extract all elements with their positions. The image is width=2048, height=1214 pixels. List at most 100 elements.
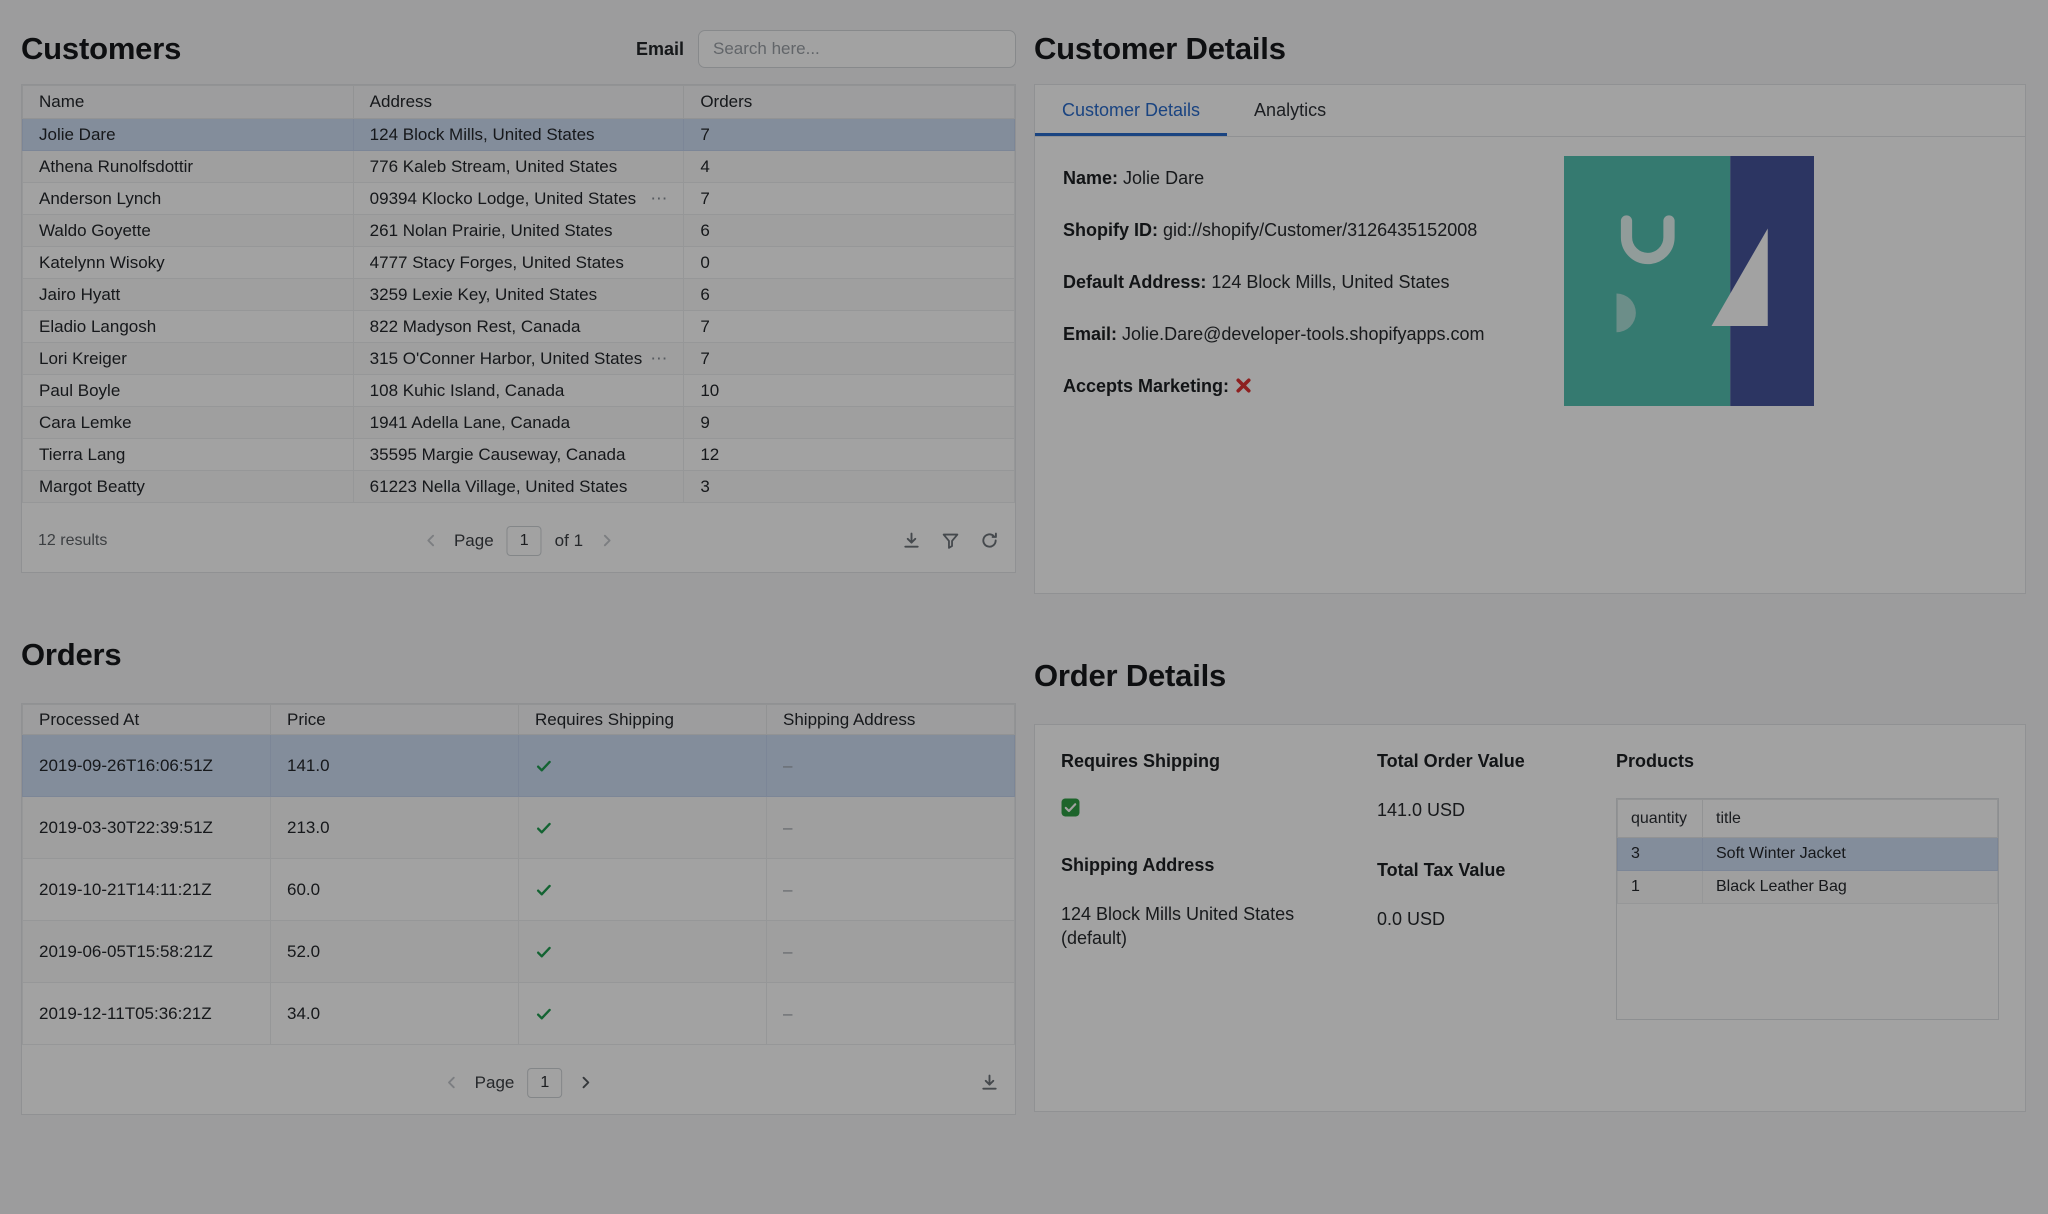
customer-name: Jairo Hyatt [23, 279, 354, 311]
truncation-ellipsis: ⋯ [642, 189, 667, 209]
customers-column-name[interactable]: Name [23, 86, 354, 119]
customer-details-title: Customer Details [1034, 31, 1286, 67]
customer-row[interactable]: Cara Lemke1941 Adella Lane, Canada9 [23, 407, 1015, 439]
filter-icon [941, 532, 960, 547]
customer-details-section: Customer Details Customer DetailsAnalyti… [1034, 14, 2026, 594]
product-title: Soft Winter Jacket [1703, 838, 1998, 871]
customer-details-fields: Name: Jolie DareShopify ID: gid://shopif… [1035, 137, 2025, 457]
orders-column-price[interactable]: Price [271, 705, 519, 735]
chevron-right-icon [577, 1074, 594, 1089]
page-number-input[interactable] [507, 526, 542, 556]
green-checkmark-icon [535, 942, 553, 961]
products-table: quantitytitle 3Soft Winter Jacket1Black … [1617, 799, 1998, 904]
customers-pager: Page of 1 [420, 526, 617, 556]
customer-row[interactable]: Margot Beatty61223 Nella Village, United… [23, 471, 1015, 503]
next-page-button[interactable] [575, 1072, 596, 1093]
customer-name: Cara Lemke [23, 407, 354, 439]
field-value: gid://shopify/Customer/3126435152008 [1163, 220, 1477, 240]
order-row[interactable]: 2019-06-05T15:58:21Z52.0– [23, 921, 1015, 983]
download-button[interactable] [980, 1073, 999, 1092]
total-order-value: 141.0 USD [1377, 798, 1616, 822]
customers-table: NameAddressOrders Jolie Dare124 Block Mi… [22, 85, 1015, 503]
products-block: Products quantitytitle 3Soft Winter Jack… [1616, 751, 1999, 1020]
customer-search: Email [636, 30, 1016, 68]
order-row[interactable]: 2019-10-21T14:11:21Z60.0– [23, 859, 1015, 921]
page-label: Page [454, 531, 494, 551]
detail-field-default-address: Default Address: 124 Block Mills, United… [1063, 271, 1997, 294]
download-icon [902, 532, 921, 547]
customer-address: 776 Kaleb Stream, United States [353, 151, 684, 183]
customers-column-address[interactable]: Address [353, 86, 684, 119]
customer-row[interactable]: Waldo Goyette261 Nolan Prairie, United S… [23, 215, 1015, 247]
screen: Customers Email NameAddressOrders Jolie … [0, 0, 2048, 1214]
customers-column-orders[interactable]: Orders [684, 86, 1015, 119]
detail-field-name: Name: Jolie Dare [1063, 167, 1997, 190]
customer-address: 1941 Adella Lane, Canada [353, 407, 684, 439]
next-page-button[interactable] [596, 530, 617, 551]
refresh-button[interactable] [980, 531, 999, 550]
prev-page-button[interactable] [441, 1072, 462, 1093]
orders-column-requires-shipping[interactable]: Requires Shipping [519, 705, 767, 735]
orders-column-shipping-address[interactable]: Shipping Address [767, 705, 1015, 735]
customer-orders-count: 12 [684, 439, 1015, 471]
customer-row[interactable]: Katelynn Wisoky4777 Stacy Forges, United… [23, 247, 1015, 279]
results-count: 12 results [38, 532, 107, 550]
email-search-label: Email [636, 39, 684, 60]
customer-address: 35595 Margie Causeway, Canada [353, 439, 684, 471]
order-requires-shipping [519, 735, 767, 797]
products-table-container: quantitytitle 3Soft Winter Jacket1Black … [1616, 798, 1999, 1020]
order-price: 60.0 [271, 859, 519, 921]
chevron-left-icon [443, 1074, 460, 1089]
products-column-quantity: quantity [1618, 800, 1703, 838]
order-processed-at: 2019-09-26T16:06:51Z [23, 735, 271, 797]
customer-row[interactable]: Paul Boyle108 Kuhic Island, Canada10 [23, 375, 1015, 407]
page-of-label: of 1 [555, 531, 583, 551]
order-shipping-address: – [767, 859, 1015, 921]
customer-row[interactable]: Eladio Langosh822 Madyson Rest, Canada7 [23, 311, 1015, 343]
order-row[interactable]: 2019-12-11T05:36:21Z34.0– [23, 983, 1015, 1045]
customer-address: 108 Kuhic Island, Canada [353, 375, 684, 407]
product-row[interactable]: 3Soft Winter Jacket [1618, 838, 1998, 871]
filter-button[interactable] [941, 531, 960, 550]
customer-address: 09394 Klocko Lodge, United States⋯ [353, 183, 684, 215]
orders-column-processed-at[interactable]: Processed At [23, 705, 271, 735]
customers-title: Customers [21, 31, 181, 67]
prev-page-button[interactable] [420, 530, 441, 551]
orders-toolbar [980, 1073, 999, 1092]
field-label: Name: [1063, 168, 1118, 188]
customer-address: 61223 Nella Village, United States [353, 471, 684, 503]
customer-orders-count: 0 [684, 247, 1015, 279]
order-row[interactable]: 2019-09-26T16:06:51Z141.0– [23, 735, 1015, 797]
customer-row[interactable]: Jairo Hyatt3259 Lexie Key, United States… [23, 279, 1015, 311]
page-number-input[interactable] [527, 1068, 562, 1098]
total-tax-value-label: Total Tax Value [1377, 860, 1616, 881]
product-row[interactable]: 1Black Leather Bag [1618, 871, 1998, 904]
customer-row[interactable]: Lori Kreiger315 O'Conner Harbor, United … [23, 343, 1015, 375]
customer-row[interactable]: Tierra Lang35595 Margie Causeway, Canada… [23, 439, 1015, 471]
email-search-input[interactable] [698, 30, 1016, 68]
customer-orders-count: 9 [684, 407, 1015, 439]
customer-name: Anderson Lynch [23, 183, 354, 215]
order-processed-at: 2019-06-05T15:58:21Z [23, 921, 271, 983]
customer-orders-count: 6 [684, 215, 1015, 247]
field-value: 124 Block Mills, United States [1211, 272, 1449, 292]
orders-pager: Page [441, 1068, 597, 1098]
total-order-value-label: Total Order Value [1377, 751, 1616, 772]
field-value: Jolie Dare [1123, 168, 1204, 188]
customer-orders-count: 7 [684, 311, 1015, 343]
order-row[interactable]: 2019-03-30T22:39:51Z213.0– [23, 797, 1015, 859]
customer-row[interactable]: Athena Runolfsdottir776 Kaleb Stream, Un… [23, 151, 1015, 183]
customer-row[interactable]: Anderson Lynch09394 Klocko Lodge, United… [23, 183, 1015, 215]
chevron-right-icon [598, 532, 615, 547]
shipping-address-label: Shipping Address [1061, 855, 1377, 876]
customer-row[interactable]: Jolie Dare124 Block Mills, United States… [23, 119, 1015, 151]
customer-details-card: Customer DetailsAnalytics Name: Jolie Da… [1034, 84, 2026, 594]
products-label: Products [1616, 751, 1999, 772]
order-shipping-address: – [767, 921, 1015, 983]
customer-orders-count: 7 [684, 183, 1015, 215]
shipping-address-value: 124 Block Mills United States (default) [1061, 902, 1313, 950]
tab-customer-details[interactable]: Customer Details [1035, 85, 1227, 136]
download-button[interactable] [902, 531, 921, 550]
tab-analytics[interactable]: Analytics [1227, 85, 1353, 136]
download-icon [980, 1074, 999, 1089]
